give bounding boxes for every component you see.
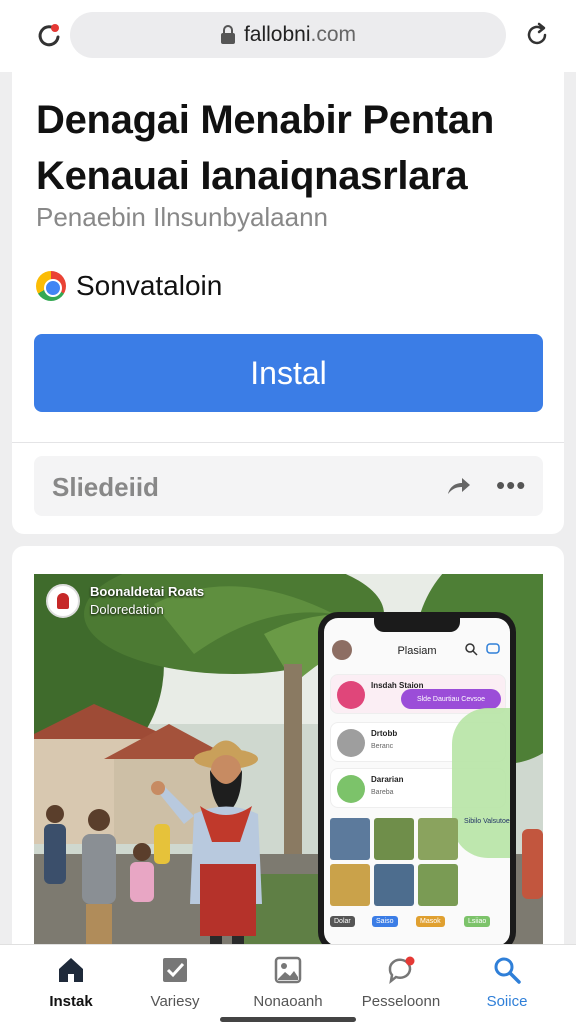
chrome-logo-icon: [36, 271, 66, 301]
lock-icon: [220, 25, 235, 44]
app-info-card: Denagai Menabir Pentan Kenauai Ianaiqnas…: [12, 72, 564, 534]
refresh-red-dot-icon[interactable]: [34, 20, 64, 50]
checkbox-icon: [163, 958, 187, 982]
phone-mockup: Plasiam Insdah Staion Slde Daurtiau Cevs…: [318, 612, 516, 952]
nav-label: Variesy: [150, 993, 200, 1010]
nav-label: Nonaoanh: [253, 993, 323, 1010]
phone-row-2-avatar: [337, 729, 365, 757]
overlay-subtitle: Doloredation: [90, 602, 164, 617]
grid-photo: [374, 818, 414, 860]
phone-search-icon: [465, 643, 478, 656]
home-icon: [59, 958, 83, 982]
phone-panel-text: Sibilo Valsutoe: [464, 818, 510, 825]
phone-tag: Lsiiao: [464, 916, 491, 927]
screenshot-image[interactable]: Boonaldetai Roats Doloredation Plasiam I…: [34, 574, 543, 966]
nav-label: Instak: [49, 993, 93, 1010]
phone-chat-icon: [486, 643, 500, 654]
more-options-icon[interactable]: •••: [496, 470, 526, 501]
install-button[interactable]: Instal: [34, 334, 543, 412]
grid-photo: [330, 818, 370, 860]
search-icon: [494, 957, 521, 984]
developer-row[interactable]: Sonvataloin: [36, 270, 222, 302]
phone-tag: Saiso: [372, 916, 398, 927]
phone-row-2-subtitle: Beranc: [371, 743, 394, 750]
grid-photo: [418, 864, 458, 906]
phone-row-3-subtitle: Bareba: [371, 789, 394, 796]
reload-icon[interactable]: [522, 20, 552, 50]
phone-tag: Dolar: [330, 916, 355, 927]
browser-top-bar: fallobni.com: [0, 0, 576, 72]
bottom-navigation: Instak Variesy Nonaoanh Pesseloonn Soiic…: [0, 944, 576, 1024]
grid-photo: [374, 864, 414, 906]
phone-photo-grid: [330, 818, 460, 906]
app-title: Denagai Menabir Pentan Kenauai Ianaiqnas…: [36, 98, 494, 198]
phone-row-3-avatar: [337, 775, 365, 803]
nav-item-nonaoanh[interactable]: Nonaoanh: [233, 955, 343, 1015]
app-subtitle: Penaebin Ilnsunbyalaann: [36, 202, 329, 232]
grid-photo: [418, 818, 458, 860]
nav-label: Pesseloonn: [361, 993, 441, 1010]
phone-row-featured-avatar: [337, 681, 365, 709]
phone-notch: [374, 618, 460, 632]
nav-item-search[interactable]: Soiice: [452, 955, 562, 1015]
nav-item-variesy[interactable]: Variesy: [120, 955, 230, 1015]
nav-label: Soiice: [486, 993, 528, 1010]
nav-item-home[interactable]: Instak: [16, 955, 126, 1015]
nav-item-pesseloonn[interactable]: Pesseloonn: [346, 955, 456, 1015]
gallery-icon: [274, 956, 302, 984]
channel-avatar[interactable]: [46, 584, 80, 618]
address-bar[interactable]: fallobni.com: [70, 12, 506, 58]
share-arrow-icon[interactable]: [444, 472, 472, 500]
url-tld: .com: [310, 23, 357, 46]
phone-row-3-title: Dararian: [371, 775, 404, 784]
phone-header-title: Plasiam: [397, 645, 437, 657]
grid-photo: [330, 864, 370, 906]
share-bar: Sliedeiid •••: [34, 456, 543, 516]
developer-name: Sonvataloin: [76, 270, 223, 301]
phone-row-2-title: Drtobb: [371, 729, 398, 738]
phone-screen: Plasiam Insdah Staion Slde Daurtiau Cevs…: [324, 618, 510, 946]
chat-notification-icon: [388, 956, 415, 985]
share-label: Sliedeiid: [52, 472, 159, 502]
phone-tag: Masok: [416, 916, 445, 927]
divider: [12, 442, 564, 443]
phone-row-featured-cta: Slde Daurtiau Cevsoe: [401, 689, 501, 709]
url-domain: fallobni: [243, 23, 311, 46]
screenshot-card: Boonaldetai Roats Doloredation Plasiam I…: [12, 546, 564, 966]
phone-green-panel: [452, 708, 510, 858]
home-indicator: [220, 1017, 356, 1022]
overlay-title: Boonaldetai Roats: [90, 584, 205, 599]
